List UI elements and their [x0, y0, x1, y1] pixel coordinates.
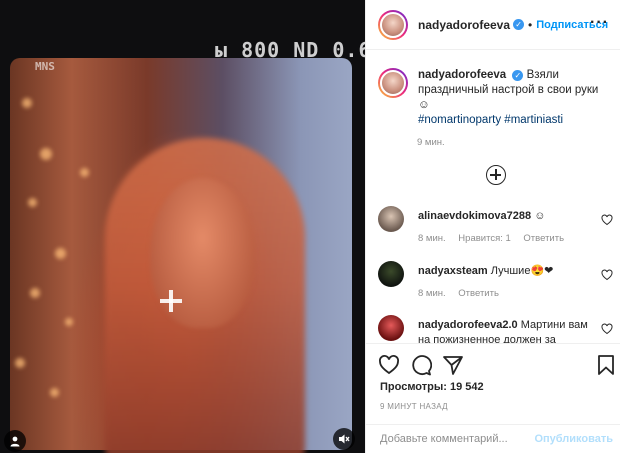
- load-more-comments-icon[interactable]: [486, 165, 506, 185]
- bokeh-light: [80, 168, 89, 177]
- comment-input[interactable]: [380, 433, 535, 445]
- bokeh-light: [55, 248, 66, 259]
- comment-username[interactable]: nadyaxsteam: [418, 265, 488, 277]
- avatar[interactable]: [378, 315, 404, 341]
- comment-body: Лучшие😍❤: [490, 265, 554, 277]
- user-tag-icon: [10, 436, 20, 447]
- share-icon[interactable]: [442, 354, 464, 376]
- more-options-icon[interactable]: ···: [590, 14, 609, 32]
- user-tag-button[interactable]: [4, 430, 26, 452]
- comment-body: ☺: [534, 210, 546, 222]
- heart-icon[interactable]: [601, 269, 613, 281]
- reply-button[interactable]: Ответить: [458, 288, 499, 299]
- crosshair-icon: [160, 290, 182, 312]
- comment-item: nadyaxsteam Лучшие😍❤ 8 мин. Ответить: [378, 261, 613, 306]
- comment-time: 8 мин.: [418, 288, 446, 299]
- avatar[interactable]: [378, 9, 408, 40]
- heart-icon[interactable]: [601, 214, 613, 226]
- camera-readout: ы 800 ND 0.6: [215, 38, 365, 62]
- comment-time: 8 мин.: [418, 233, 446, 244]
- avatar[interactable]: [378, 206, 404, 232]
- caption-username[interactable]: nadyadorofeeva: [418, 69, 506, 81]
- bokeh-light: [30, 288, 40, 298]
- comment-username[interactable]: nadyadorofeeva2.0: [418, 319, 518, 331]
- heart-icon[interactable]: [378, 354, 400, 376]
- bokeh-light: [40, 148, 52, 160]
- comment-icon[interactable]: [410, 354, 432, 376]
- post-panel: nadyadorofeeva ✓ • Подписаться ··· nadya…: [365, 0, 620, 453]
- views-count[interactable]: Просмотры: 19 542: [380, 381, 484, 393]
- post-caption: nadyadorofeeva ✓ Взяли праздничный настр…: [378, 68, 613, 128]
- caption-time: 9 мин.: [417, 137, 445, 148]
- separator-dot: •: [528, 17, 533, 32]
- mute-icon: [339, 434, 350, 444]
- post-media[interactable]: ы 800 ND 0.6 MNS: [0, 0, 365, 453]
- comment-text: nadyaxsteam Лучшие😍❤: [418, 264, 588, 279]
- bookmark-icon[interactable]: [595, 354, 617, 376]
- bokeh-light: [15, 358, 25, 368]
- avatar[interactable]: [378, 68, 408, 98]
- verified-icon: ✓: [512, 70, 524, 81]
- avatar[interactable]: [378, 261, 404, 287]
- bokeh-light: [50, 388, 59, 397]
- comment-text: nadyadorofeeva2.0 Мартини вам на пожизне…: [418, 318, 588, 343]
- post-timestamp: 9 МИНУТ НАЗАД: [380, 402, 448, 411]
- heart-icon[interactable]: [601, 323, 613, 335]
- caption-hashtags[interactable]: #nomartinoparty #martiniasti: [418, 114, 563, 126]
- bokeh-light: [28, 198, 37, 207]
- author-username[interactable]: nadyadorofeeva: [418, 18, 510, 32]
- comment-meta: 8 мин. Нравится: 1 Ответить: [418, 233, 574, 244]
- post-header: nadyadorofeeva ✓ • Подписаться ···: [366, 0, 620, 50]
- comment-item: alinaevdokimova7288 ☺ 8 мин. Нравится: 1…: [378, 206, 613, 251]
- bokeh-light: [65, 318, 73, 326]
- action-bar: Просмотры: 19 542 9 МИНУТ НАЗАД: [366, 343, 620, 413]
- publish-button[interactable]: Опубликовать: [534, 433, 613, 445]
- comment-text: alinaevdokimova7288 ☺: [418, 209, 588, 224]
- reply-button[interactable]: Ответить: [523, 233, 564, 244]
- video-frame: [10, 58, 352, 453]
- bokeh-light: [22, 98, 32, 108]
- add-comment-bar: Опубликовать: [366, 424, 620, 453]
- comment-item: nadyadorofeeva2.0 Мартини вам на пожизне…: [378, 315, 613, 343]
- caption-body: nadyadorofeeva ✓ Взяли праздничный настр…: [418, 68, 613, 128]
- camera-readout-left: MNS: [35, 60, 55, 73]
- comment-likes[interactable]: Нравится: 1: [458, 233, 510, 244]
- mute-button[interactable]: [333, 428, 355, 450]
- comment-meta: 8 мин. Ответить: [418, 288, 509, 299]
- comments-area[interactable]: nadyadorofeeva ✓ Взяли праздничный настр…: [366, 51, 620, 343]
- verified-icon: ✓: [513, 19, 525, 30]
- comment-username[interactable]: alinaevdokimova7288: [418, 210, 531, 222]
